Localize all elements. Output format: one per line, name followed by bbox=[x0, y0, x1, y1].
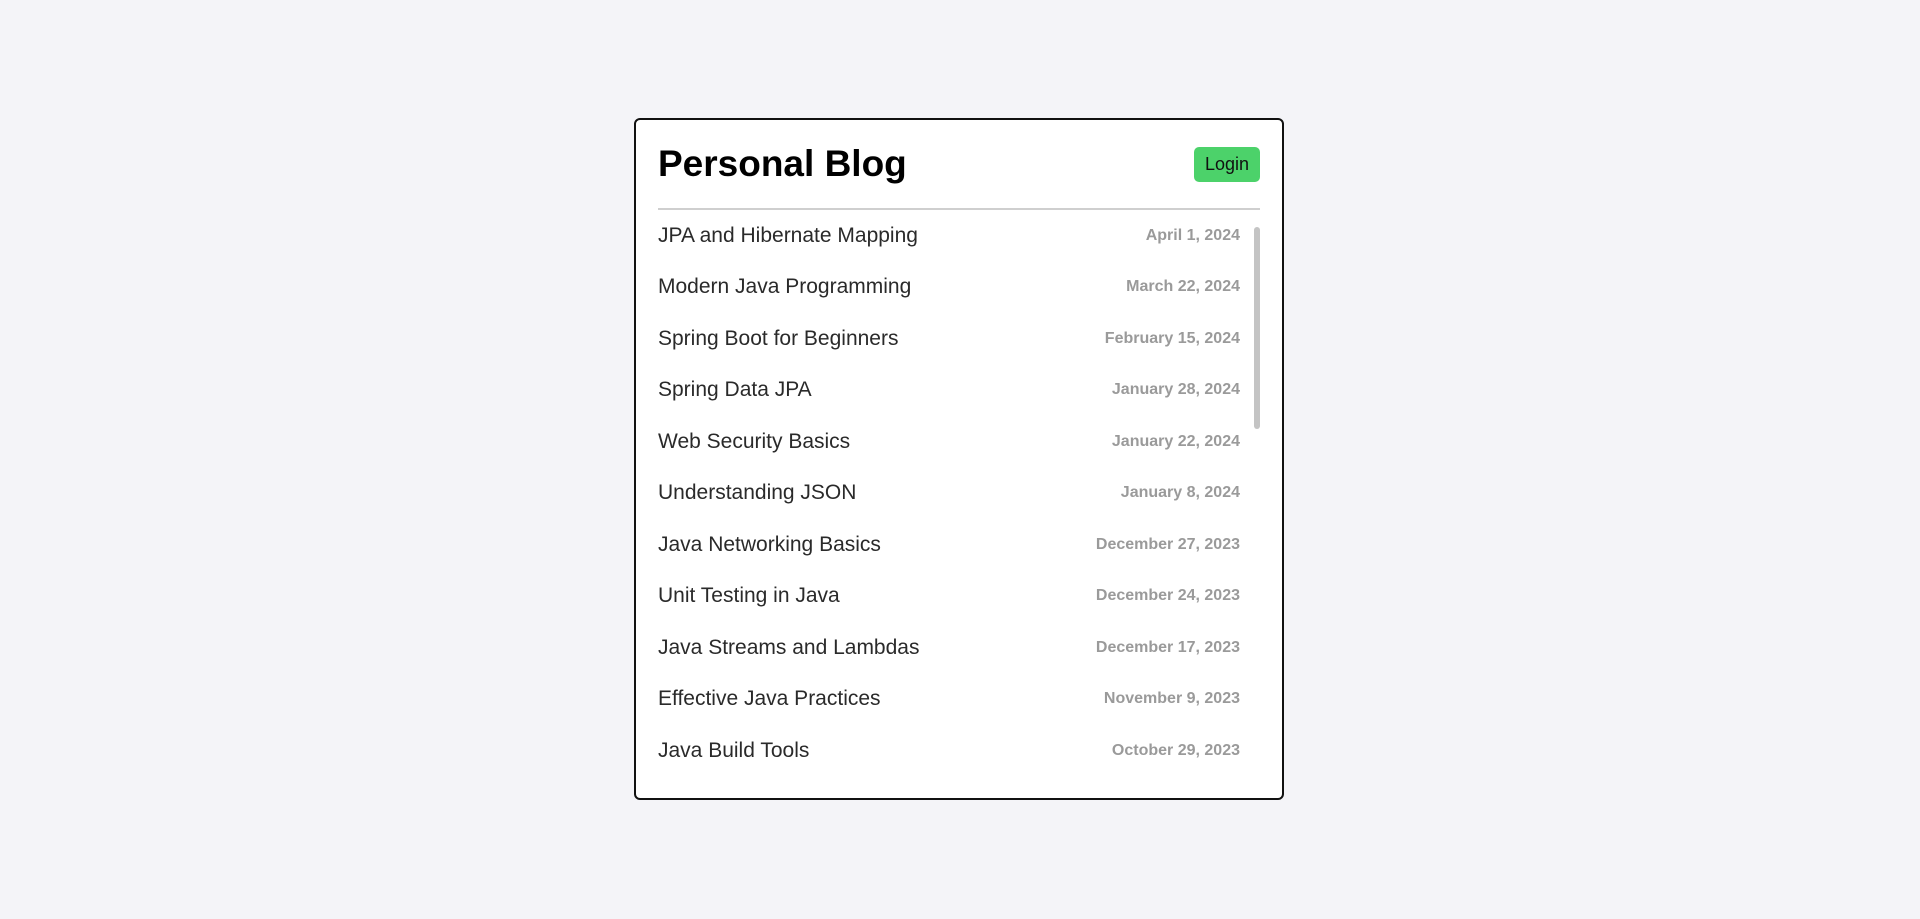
post-title[interactable]: Modern Java Programming bbox=[658, 275, 911, 299]
post-list-item[interactable]: Modern Java Programming March 22, 2024 bbox=[658, 262, 1240, 314]
post-title[interactable]: Web Security Basics bbox=[658, 430, 850, 454]
post-date: October 29, 2023 bbox=[1111, 741, 1240, 759]
post-list-item[interactable]: Java Streams and Lambdas December 17, 20… bbox=[658, 622, 1240, 674]
post-date: February 15, 2024 bbox=[1104, 329, 1240, 347]
login-button[interactable]: Login bbox=[1193, 146, 1260, 182]
scrollbar-thumb[interactable] bbox=[1254, 227, 1260, 429]
post-title[interactable]: Spring Boot for Beginners bbox=[658, 327, 898, 351]
post-date: November 9, 2023 bbox=[1103, 690, 1240, 708]
post-title[interactable]: Java Networking Basics bbox=[658, 533, 881, 557]
post-date: March 22, 2024 bbox=[1126, 278, 1240, 296]
post-list-item[interactable]: Java Networking Basics December 27, 2023 bbox=[658, 519, 1240, 571]
post-list-item[interactable]: JPA and Hibernate Mapping April 1, 2024 bbox=[658, 210, 1240, 262]
post-list-item[interactable]: Spring Data JPA January 28, 2024 bbox=[658, 365, 1240, 417]
post-list-item[interactable]: Java Build Tools October 29, 2023 bbox=[658, 725, 1240, 777]
post-title[interactable]: Effective Java Practices bbox=[658, 687, 881, 711]
blog-header: Personal Blog Login bbox=[658, 120, 1260, 210]
page-title: Personal Blog bbox=[658, 143, 907, 184]
post-list-item[interactable]: Understanding JSON January 8, 2024 bbox=[658, 468, 1240, 520]
post-title[interactable]: Understanding JSON bbox=[658, 481, 856, 505]
post-date: January 28, 2024 bbox=[1111, 381, 1240, 399]
post-list: JPA and Hibernate Mapping April 1, 2024 … bbox=[658, 210, 1260, 777]
post-list-item[interactable]: Web Security Basics January 22, 2024 bbox=[658, 416, 1240, 468]
post-list-item[interactable]: Unit Testing in Java December 24, 2023 bbox=[658, 571, 1240, 623]
post-date: January 22, 2024 bbox=[1111, 432, 1240, 450]
post-list-item[interactable]: Spring Boot for Beginners February 15, 2… bbox=[658, 313, 1240, 365]
post-date: December 17, 2023 bbox=[1095, 638, 1240, 656]
post-title[interactable]: Unit Testing in Java bbox=[658, 584, 840, 608]
post-date: January 8, 2024 bbox=[1120, 484, 1240, 502]
post-date: April 1, 2024 bbox=[1145, 226, 1240, 244]
post-list-container[interactable]: JPA and Hibernate Mapping April 1, 2024 … bbox=[658, 210, 1260, 790]
post-title[interactable]: Java Build Tools bbox=[658, 739, 809, 763]
post-date: December 27, 2023 bbox=[1095, 535, 1240, 553]
blog-card: Personal Blog Login JPA and Hibernate Ma… bbox=[634, 118, 1284, 800]
post-title[interactable]: Spring Data JPA bbox=[658, 378, 812, 402]
post-title[interactable]: JPA and Hibernate Mapping bbox=[658, 224, 918, 248]
post-date: December 24, 2023 bbox=[1095, 587, 1240, 605]
post-list-item[interactable]: Effective Java Practices November 9, 202… bbox=[658, 674, 1240, 726]
post-title[interactable]: Java Streams and Lambdas bbox=[658, 636, 919, 660]
